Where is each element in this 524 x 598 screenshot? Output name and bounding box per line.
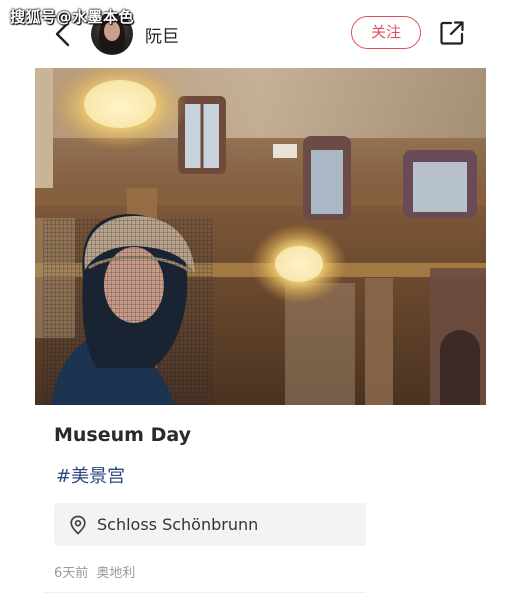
post-title: Museum Day — [54, 424, 191, 446]
share-button[interactable] — [438, 19, 466, 47]
watermark: 搜狐号@水墨本色 — [10, 8, 135, 26]
follow-button[interactable]: 关注 — [351, 16, 421, 49]
divider — [44, 592, 366, 593]
hashtag-link[interactable]: #美景宫 — [56, 462, 125, 488]
post-region: 奥地利 — [96, 566, 136, 581]
post-photo-image — [35, 68, 486, 405]
post-time: 6天前 — [54, 566, 89, 581]
post-meta: 6天前 奥地利 — [54, 562, 139, 581]
username[interactable]: 阮巨 — [145, 22, 179, 47]
location-name: Schloss Schönbrunn — [97, 515, 259, 534]
map-pin-icon — [70, 515, 86, 535]
share-out-icon — [440, 21, 464, 45]
location-chip[interactable]: Schloss Schönbrunn — [54, 503, 366, 546]
post-photo[interactable] — [35, 68, 486, 405]
